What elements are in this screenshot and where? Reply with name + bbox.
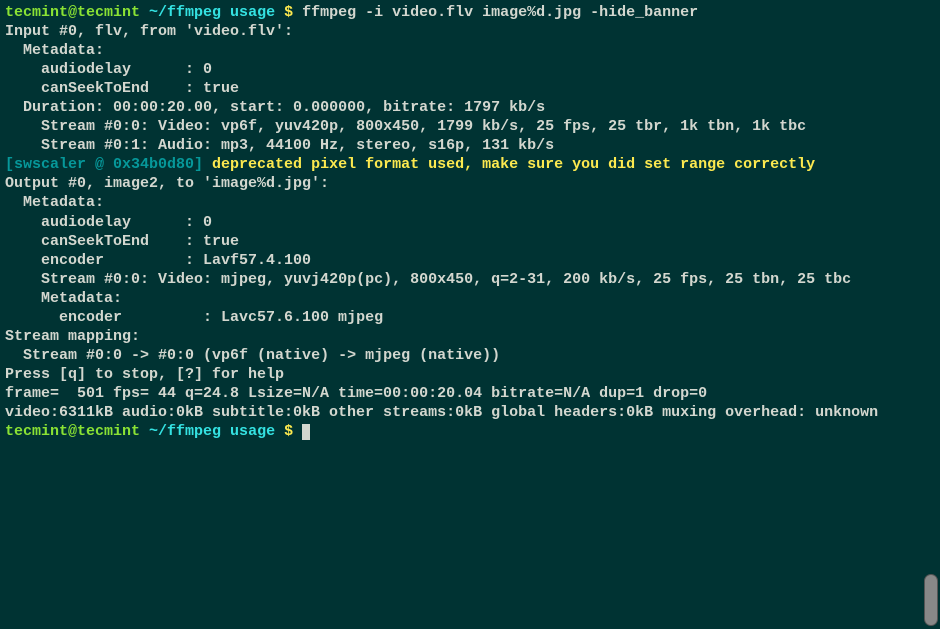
scrollbar-thumb[interactable] (924, 574, 938, 626)
output-line: canSeekToEnd : true (5, 232, 935, 251)
prompt-line-1: tecmint@tecmint ~/ffmpeg usage $ ffmpeg … (5, 3, 935, 22)
output-line: Metadata: (5, 289, 935, 308)
user-host: tecmint@tecmint (5, 4, 140, 21)
output-line: Stream #0:0: Video: mjpeg, yuvj420p(pc),… (5, 270, 935, 289)
output-line: Press [q] to stop, [?] for help (5, 365, 935, 384)
output-line: Stream mapping: (5, 327, 935, 346)
output-line: Duration: 00:00:20.00, start: 0.000000, … (5, 98, 935, 117)
output-line: Metadata: (5, 41, 935, 60)
output-line: Stream #0:1: Audio: mp3, 44100 Hz, stere… (5, 136, 935, 155)
output-line: encoder : Lavf57.4.100 (5, 251, 935, 270)
output-line: Output #0, image2, to 'image%d.jpg': (5, 174, 935, 193)
output-line: encoder : Lavc57.6.100 mjpeg (5, 308, 935, 327)
output-line: video:6311kB audio:0kB subtitle:0kB othe… (5, 403, 935, 422)
output-line: audiodelay : 0 (5, 213, 935, 232)
output-line: frame= 501 fps= 44 q=24.8 Lsize=N/A time… (5, 384, 935, 403)
output-line: Stream #0:0: Video: vp6f, yuv420p, 800x4… (5, 117, 935, 136)
output-line: Stream #0:0 -> #0:0 (vp6f (native) -> mj… (5, 346, 935, 365)
warn-line: [swscaler @ 0x34b0d80] deprecated pixel … (5, 155, 935, 174)
prompt-symbol: $ (275, 423, 302, 440)
output-line: canSeekToEnd : true (5, 79, 935, 98)
warn-tag: [swscaler @ 0x34b0d80] (5, 156, 212, 173)
output-line: Input #0, flv, from 'video.flv': (5, 22, 935, 41)
output-line: Metadata: (5, 193, 935, 212)
prompt-line-2[interactable]: tecmint@tecmint ~/ffmpeg usage $ (5, 422, 935, 441)
prompt-symbol: $ (275, 4, 302, 21)
output-line: audiodelay : 0 (5, 60, 935, 79)
user-host: tecmint@tecmint (5, 423, 140, 440)
cwd: ~/ffmpeg usage (149, 423, 275, 440)
cursor (302, 424, 310, 440)
command-text: ffmpeg -i video.flv image%d.jpg -hide_ba… (302, 4, 698, 21)
warn-message: deprecated pixel format used, make sure … (212, 156, 815, 173)
cwd: ~/ffmpeg usage (149, 4, 275, 21)
